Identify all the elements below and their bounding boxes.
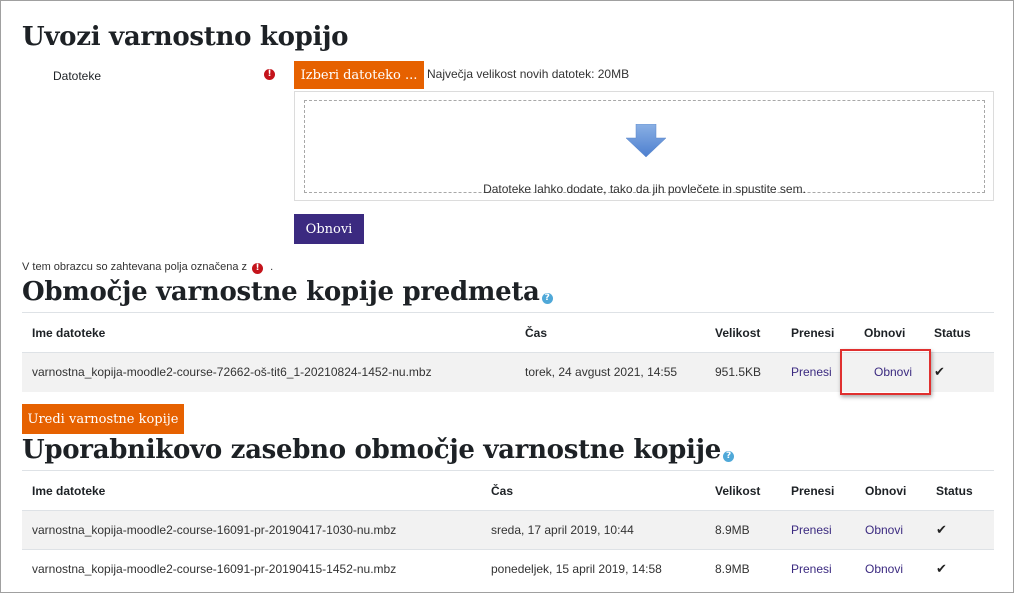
user-backup-table: Ime datoteke Čas Velikost Prenesi Obnovi… xyxy=(22,470,994,589)
max-size-text: Največja velikost novih datotek: 20MB xyxy=(427,67,630,81)
arrow-down-icon xyxy=(625,124,667,158)
column-header: Status xyxy=(926,470,994,511)
course-backup-table: Ime datoteke Čas Velikost Prenesi Obnovi… xyxy=(22,312,994,392)
question-circle-icon[interactable]: ? xyxy=(722,451,734,462)
size-cell: 8.9MB xyxy=(705,510,781,550)
question-circle-icon[interactable]: ? xyxy=(541,293,553,304)
required-note: V tem obrazcu so zahtevana polja označen… xyxy=(22,261,273,274)
restore-link[interactable]: Obnovi xyxy=(865,523,903,537)
restore-link[interactable]: Obnovi xyxy=(865,562,903,576)
time-cell: torek, 24 avgust 2021, 14:55 xyxy=(515,352,705,392)
table-row: varnostna_kopija-moodle2-course-16091-pr… xyxy=(22,510,994,550)
check-icon: ✔ xyxy=(934,364,945,380)
course-area-title-text: Območje varnostne kopije predmeta xyxy=(22,277,540,307)
size-cell: 951.5KB xyxy=(705,352,781,392)
user-area-title-text: Uporabnikovo zasebno območje varnostne k… xyxy=(22,435,721,465)
table-header-row: Ime datoteke Čas Velikost Prenesi Obnovi… xyxy=(22,470,994,511)
restore-link[interactable]: Obnovi xyxy=(874,365,912,379)
column-header: Prenesi xyxy=(781,470,855,511)
check-icon: ✔ xyxy=(936,522,947,537)
download-link[interactable]: Prenesi xyxy=(791,523,832,537)
column-header: Status xyxy=(924,312,994,353)
column-header: Čas xyxy=(481,470,705,511)
drop-instructions: Datoteke lahko dodate, tako da jih povle… xyxy=(483,182,806,196)
time-cell: ponedeljek, 15 april 2019, 14:58 xyxy=(481,549,705,589)
column-header: Velikost xyxy=(705,312,781,353)
user-area-title: Uporabnikovo zasebno območje varnostne k… xyxy=(22,435,734,465)
check-icon: ✔ xyxy=(936,561,947,577)
column-header: Obnovi xyxy=(855,470,926,511)
download-link[interactable]: Prenesi xyxy=(791,562,832,576)
time-cell: sreda, 17 april 2019, 10:44 xyxy=(481,510,705,550)
column-header: Čas xyxy=(515,312,705,353)
download-link[interactable]: Prenesi xyxy=(791,365,832,379)
filename-cell: varnostna_kopija-moodle2-course-16091-pr… xyxy=(22,510,481,550)
import-title: Uvozi varnostno kopijo xyxy=(22,22,349,52)
table-row: varnostna_kopija-moodle2-course-16091-pr… xyxy=(22,549,994,589)
file-drop-zone[interactable]: Datoteke lahko dodate, tako da jih povle… xyxy=(304,100,985,196)
required-icon: ! xyxy=(252,263,264,274)
files-label: Datoteke xyxy=(53,69,102,83)
column-header: Obnovi xyxy=(854,312,924,353)
column-header: Velikost xyxy=(705,470,781,511)
required-icon: ! xyxy=(264,69,275,80)
filename-cell: varnostna_kopija-moodle2-course-16091-pr… xyxy=(22,549,481,589)
choose-file-button[interactable]: Izberi datoteko ... xyxy=(294,61,424,89)
restore-button[interactable]: Obnovi xyxy=(294,214,364,244)
manage-backups-button[interactable]: Uredi varnostne kopije xyxy=(22,404,184,434)
required-note-text: V tem obrazcu so zahtevana polja označen… xyxy=(22,261,248,273)
table-header-row: Ime datoteke Čas Velikost Prenesi Obnovi… xyxy=(22,312,994,353)
size-cell: 8.9MB xyxy=(705,549,781,589)
filename-cell: varnostna_kopija-moodle2-course-72662-oš… xyxy=(22,352,515,392)
column-header: Ime datoteke xyxy=(22,470,481,511)
column-header: Ime datoteke xyxy=(22,312,515,353)
column-header: Prenesi xyxy=(781,312,854,353)
required-note-end: . xyxy=(270,261,274,273)
file-drop-area[interactable]: Datoteke lahko dodate, tako da jih povle… xyxy=(294,91,994,201)
course-area-title: Območje varnostne kopije predmeta? xyxy=(22,277,553,307)
table-row: varnostna_kopija-moodle2-course-72662-oš… xyxy=(22,352,994,392)
